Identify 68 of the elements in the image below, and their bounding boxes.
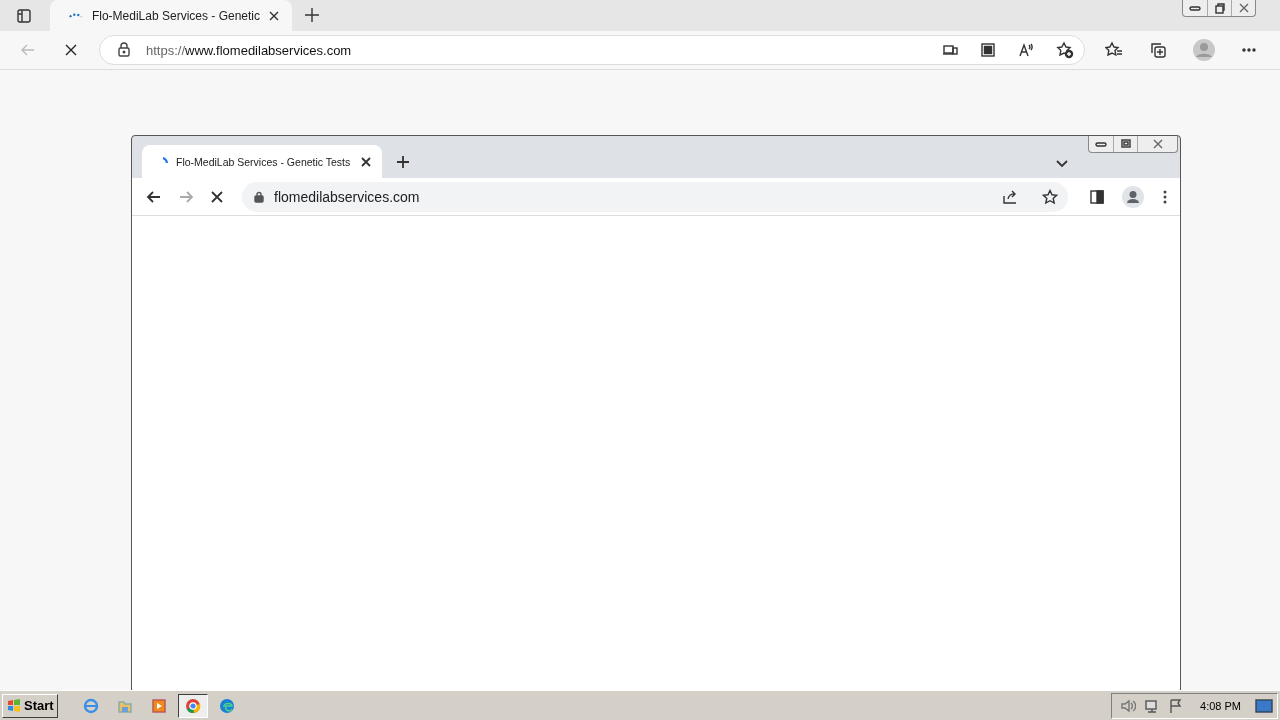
menu-button[interactable] [1162, 188, 1168, 205]
browser-tab[interactable]: Flo-MediLab Services - Genetic Tests [142, 145, 382, 178]
menu-dots-icon [1162, 188, 1168, 205]
maximize-icon [1119, 139, 1132, 149]
tab-title: Flo-MediLab Services - Genetic Tests [176, 155, 352, 168]
start-button[interactable]: Start [2, 693, 58, 718]
close-icon [360, 155, 372, 168]
collections-button[interactable] [1149, 41, 1167, 59]
address-bar[interactable]: https://www.flomedilabservices.com [99, 35, 1085, 65]
apps-button[interactable] [980, 42, 996, 58]
browser-icon [218, 697, 235, 714]
read-aloud-icon [1018, 42, 1034, 58]
address-bar[interactable]: flomedilabservices.com [242, 181, 1068, 212]
read-aloud-button[interactable] [1018, 42, 1034, 58]
tab-title: Flo-MediLab Services - Genetic [91, 8, 260, 23]
lock-icon [116, 42, 132, 58]
side-panel-button[interactable] [1090, 189, 1104, 204]
new-tab-button[interactable] [304, 7, 320, 23]
back-arrow-icon [146, 188, 162, 205]
bookmark-button[interactable] [1042, 188, 1058, 205]
tab-search-button[interactable] [1056, 160, 1068, 168]
plus-icon [396, 155, 410, 169]
devices-icon [942, 42, 958, 58]
browser-icon [184, 697, 201, 714]
profile-button[interactable] [1193, 39, 1215, 61]
collections-icon [1149, 41, 1167, 59]
browser-tab[interactable]: Flo-MediLab Services - Genetic [50, 0, 292, 31]
browser-icon [82, 697, 99, 714]
minimize-icon [1189, 4, 1201, 12]
clock-time: 4:08 PM [1200, 699, 1241, 712]
close-icon [1151, 139, 1164, 149]
stop-button[interactable] [63, 42, 79, 58]
restore-icon [1213, 2, 1226, 14]
add-favorite-button[interactable] [1056, 41, 1074, 59]
side-panel-icon [1090, 189, 1104, 204]
star-icon [1042, 188, 1058, 205]
lock-icon [254, 190, 264, 203]
avatar-icon [1122, 185, 1144, 208]
new-tab-button[interactable] [396, 155, 410, 169]
close-tab-button[interactable] [268, 9, 280, 22]
star-plus-icon [1056, 41, 1074, 59]
close-icon [268, 9, 280, 22]
back-button[interactable] [146, 188, 162, 205]
app-available-button[interactable] [942, 42, 958, 58]
stop-button[interactable] [210, 189, 224, 204]
star-list-icon [1105, 41, 1123, 59]
plus-icon [304, 7, 320, 23]
media-player-icon [150, 697, 167, 714]
url-text: flomedilabservices.com [274, 188, 421, 205]
speaker-icon [1120, 697, 1137, 714]
windows-logo-icon [6, 697, 22, 714]
grid-icon [980, 42, 996, 58]
favorites-button[interactable] [1105, 41, 1123, 59]
share-button[interactable] [1002, 188, 1018, 205]
forward-arrow-icon [178, 188, 194, 205]
desktop-icon [1255, 698, 1273, 713]
close-tab-button[interactable] [360, 155, 372, 168]
minimize-icon [1095, 140, 1107, 148]
share-icon [1002, 188, 1018, 205]
taskbar-app-button[interactable] [177, 693, 208, 718]
url-text: https://www.flomedilabservices.com [146, 42, 353, 58]
stop-icon [210, 189, 224, 204]
avatar-icon [1193, 39, 1215, 61]
profile-button[interactable] [1122, 185, 1144, 208]
close-icon [1237, 3, 1250, 13]
chevron-down-icon [1056, 160, 1068, 168]
back-arrow-icon [20, 42, 36, 58]
stop-icon [63, 42, 79, 58]
